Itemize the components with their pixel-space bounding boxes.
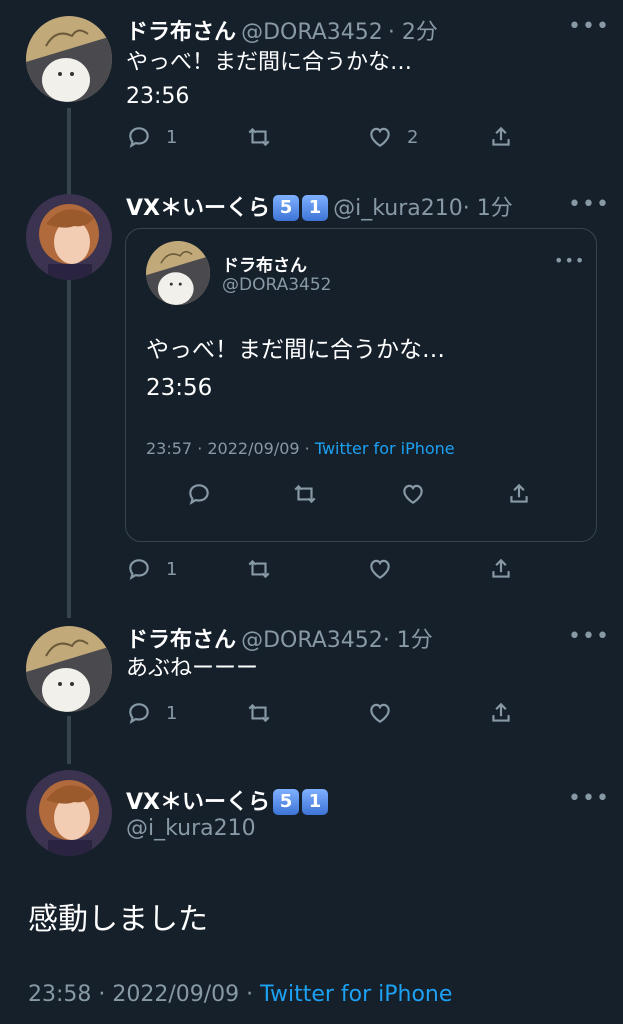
retweet-icon	[292, 481, 318, 507]
quoted-retweet-button[interactable]	[292, 481, 318, 507]
quoted-timestamp: 23:57 · 2022/09/09 ·	[146, 439, 315, 458]
thread-line	[67, 108, 71, 618]
badge-1: 1	[302, 195, 328, 221]
main-tweet-text: 感動しました	[28, 902, 208, 937]
badge-5: 5	[273, 195, 299, 221]
reply-icon	[186, 481, 212, 507]
thread-line	[67, 716, 71, 764]
retweet-icon	[246, 556, 272, 582]
share-icon	[506, 481, 532, 507]
quoted-tweet[interactable]: ドラ布さん @DORA3452 ••• やっべ！まだ間に合うかな… 23:56 …	[125, 228, 597, 542]
client-link[interactable]: Twitter for iPhone	[260, 982, 452, 1007]
display-name[interactable]: VX＊いーくら	[126, 790, 270, 815]
more-icon[interactable]: •••	[568, 786, 610, 811]
user-handle[interactable]: @i_kura210	[333, 196, 463, 221]
like-icon	[400, 481, 426, 507]
more-icon[interactable]: •••	[568, 14, 610, 39]
quoted-client-link[interactable]: Twitter for iPhone	[315, 439, 455, 458]
like-icon	[367, 556, 393, 582]
tweet-text: あぶねーーー	[126, 656, 259, 681]
like-button[interactable]: 2	[367, 124, 418, 150]
display-name[interactable]: VX＊いーくら	[126, 196, 270, 221]
quoted-text-line2: 23:56	[146, 375, 213, 401]
tweet-actions: 1	[126, 700, 526, 730]
quoted-name: ドラ布さん	[222, 256, 307, 276]
reply-count: 1	[166, 702, 178, 724]
quoted-more-icon[interactable]: •••	[554, 251, 585, 270]
retweet-icon	[246, 124, 272, 150]
tweet-actions: 1	[126, 556, 526, 586]
share-button[interactable]	[488, 124, 514, 150]
user-handle[interactable]: @DORA3452	[241, 628, 383, 653]
retweet-icon	[246, 700, 272, 726]
retweet-button[interactable]	[246, 556, 272, 582]
share-button[interactable]	[488, 556, 514, 582]
tweet-text: やっべ！まだ間に合うかな…	[126, 50, 413, 75]
like-button[interactable]	[367, 556, 393, 582]
avatar[interactable]	[26, 194, 112, 280]
retweet-button[interactable]	[246, 124, 272, 150]
quoted-reply-button[interactable]	[186, 481, 212, 507]
quoted-avatar	[146, 241, 210, 305]
reply-button[interactable]: 1	[126, 700, 177, 726]
share-button[interactable]	[488, 700, 514, 726]
tweet-time[interactable]: · 1分	[383, 628, 433, 653]
display-name[interactable]: ドラ布さん	[126, 20, 236, 45]
badge-5: 5	[273, 789, 299, 815]
like-icon	[367, 700, 393, 726]
reply-button[interactable]: 1	[126, 124, 177, 150]
reply-count: 1	[166, 126, 178, 148]
quoted-text: やっべ！まだ間に合うかな…	[146, 337, 445, 363]
share-icon	[488, 556, 514, 582]
tweet-text-line2: 23:56	[126, 84, 190, 109]
avatar[interactable]	[26, 626, 112, 712]
badge-1: 1	[302, 789, 328, 815]
reply-button[interactable]: 1	[126, 556, 177, 582]
quoted-actions	[186, 481, 536, 511]
tweet-time[interactable]: · 2分	[388, 20, 438, 45]
reply-icon	[126, 556, 152, 582]
reply-icon	[126, 700, 152, 726]
quoted-share-button[interactable]	[506, 481, 532, 507]
like-icon	[367, 124, 393, 150]
quoted-handle: @DORA3452	[222, 275, 332, 295]
quoted-like-button[interactable]	[400, 481, 426, 507]
user-handle[interactable]: @i_kura210	[126, 816, 256, 841]
avatar[interactable]	[26, 770, 112, 856]
display-name[interactable]: ドラ布さん	[126, 628, 236, 653]
like-count: 2	[407, 126, 419, 148]
share-icon	[488, 700, 514, 726]
more-icon[interactable]: •••	[568, 624, 610, 649]
avatar[interactable]	[26, 16, 112, 102]
tweet-actions: 1 2	[126, 124, 526, 154]
user-handle[interactable]: @DORA3452	[241, 20, 383, 45]
share-icon	[488, 124, 514, 150]
retweet-button[interactable]	[246, 700, 272, 726]
more-icon[interactable]: •••	[568, 192, 610, 217]
reply-icon	[126, 124, 152, 150]
main-tweet-timestamp: 23:58 · 2022/09/09 ·	[28, 982, 261, 1007]
like-button[interactable]	[367, 700, 393, 726]
reply-count: 1	[166, 558, 178, 580]
tweet-time[interactable]: · 1分	[463, 196, 513, 221]
